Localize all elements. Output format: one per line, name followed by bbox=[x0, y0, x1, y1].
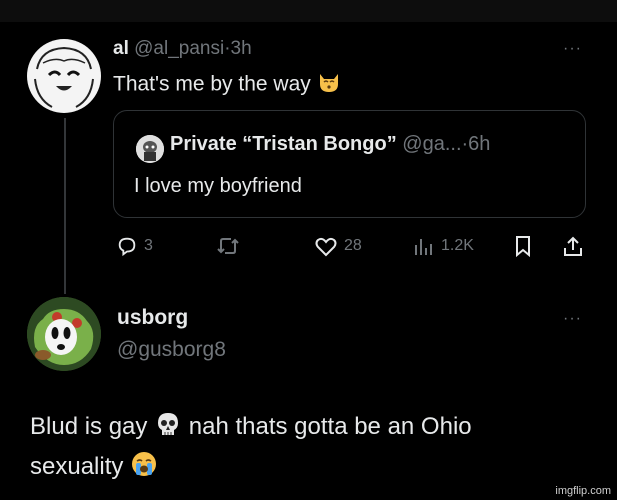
top-bar bbox=[0, 0, 617, 22]
reply-icon bbox=[118, 237, 136, 257]
avatar[interactable] bbox=[27, 297, 101, 371]
retweet-icon bbox=[217, 238, 239, 254]
tweet-body: Blud is gay bbox=[30, 412, 148, 440]
tweet-body: That's me by the way bbox=[113, 72, 311, 96]
reply-button[interactable]: 3 bbox=[116, 235, 153, 257]
kissing-cat-emoji-icon bbox=[317, 70, 341, 100]
quoted-tweet-card[interactable]: Private “Tristan Bongo” @ga...·6h I love… bbox=[113, 110, 586, 218]
quoted-display-name[interactable]: Private “Tristan Bongo” bbox=[170, 133, 397, 155]
tweet-text: That's me by the way bbox=[113, 70, 341, 100]
tweet-body: sexuality bbox=[30, 452, 124, 480]
tweet-text-line-2: sexuality bbox=[30, 450, 158, 485]
more-options-button[interactable]: ··· bbox=[563, 40, 582, 58]
thread-line bbox=[64, 118, 66, 294]
handle[interactable]: @gusborg8 bbox=[117, 338, 226, 362]
heart-icon bbox=[315, 237, 337, 257]
display-name[interactable]: usborg bbox=[117, 306, 188, 330]
skull-emoji-icon bbox=[154, 410, 182, 445]
retweet-button[interactable] bbox=[216, 235, 246, 257]
views-count: 1.2K bbox=[441, 237, 474, 254]
handle[interactable]: @al_pansi bbox=[134, 38, 224, 59]
quoted-header: Private “Tristan Bongo” @ga...·6h bbox=[170, 133, 490, 156]
bookmark-button[interactable] bbox=[514, 235, 532, 257]
bookmark-icon bbox=[516, 236, 530, 257]
display-name[interactable]: al bbox=[113, 38, 129, 59]
quoted-text: I love my boyfriend bbox=[134, 175, 302, 197]
watermark: imgflip.com bbox=[555, 485, 611, 497]
views-button[interactable]: 1.2K bbox=[413, 235, 474, 257]
quoted-avatar bbox=[136, 135, 164, 163]
timestamp[interactable]: 3h bbox=[231, 38, 252, 59]
reply-count: 3 bbox=[144, 237, 153, 254]
tweet-body-rest: nah thats gotta be an Ohio bbox=[188, 412, 472, 440]
more-options-button[interactable]: ··· bbox=[563, 310, 582, 328]
like-count: 28 bbox=[344, 237, 362, 254]
views-bar-chart-icon bbox=[415, 239, 432, 255]
quoted-handle[interactable]: @ga... bbox=[402, 133, 461, 155]
share-button[interactable] bbox=[563, 235, 583, 257]
tweet-header: al @al_pansi·3h bbox=[113, 38, 252, 60]
like-button[interactable]: 28 bbox=[314, 235, 362, 257]
tweet-text-line-1: Blud is gay nah thats gotta be an Ohio bbox=[30, 410, 472, 445]
avatar[interactable] bbox=[27, 39, 101, 113]
share-icon bbox=[564, 236, 582, 256]
quoted-timestamp[interactable]: 6h bbox=[468, 133, 490, 155]
crying-face-emoji-icon bbox=[130, 450, 158, 485]
